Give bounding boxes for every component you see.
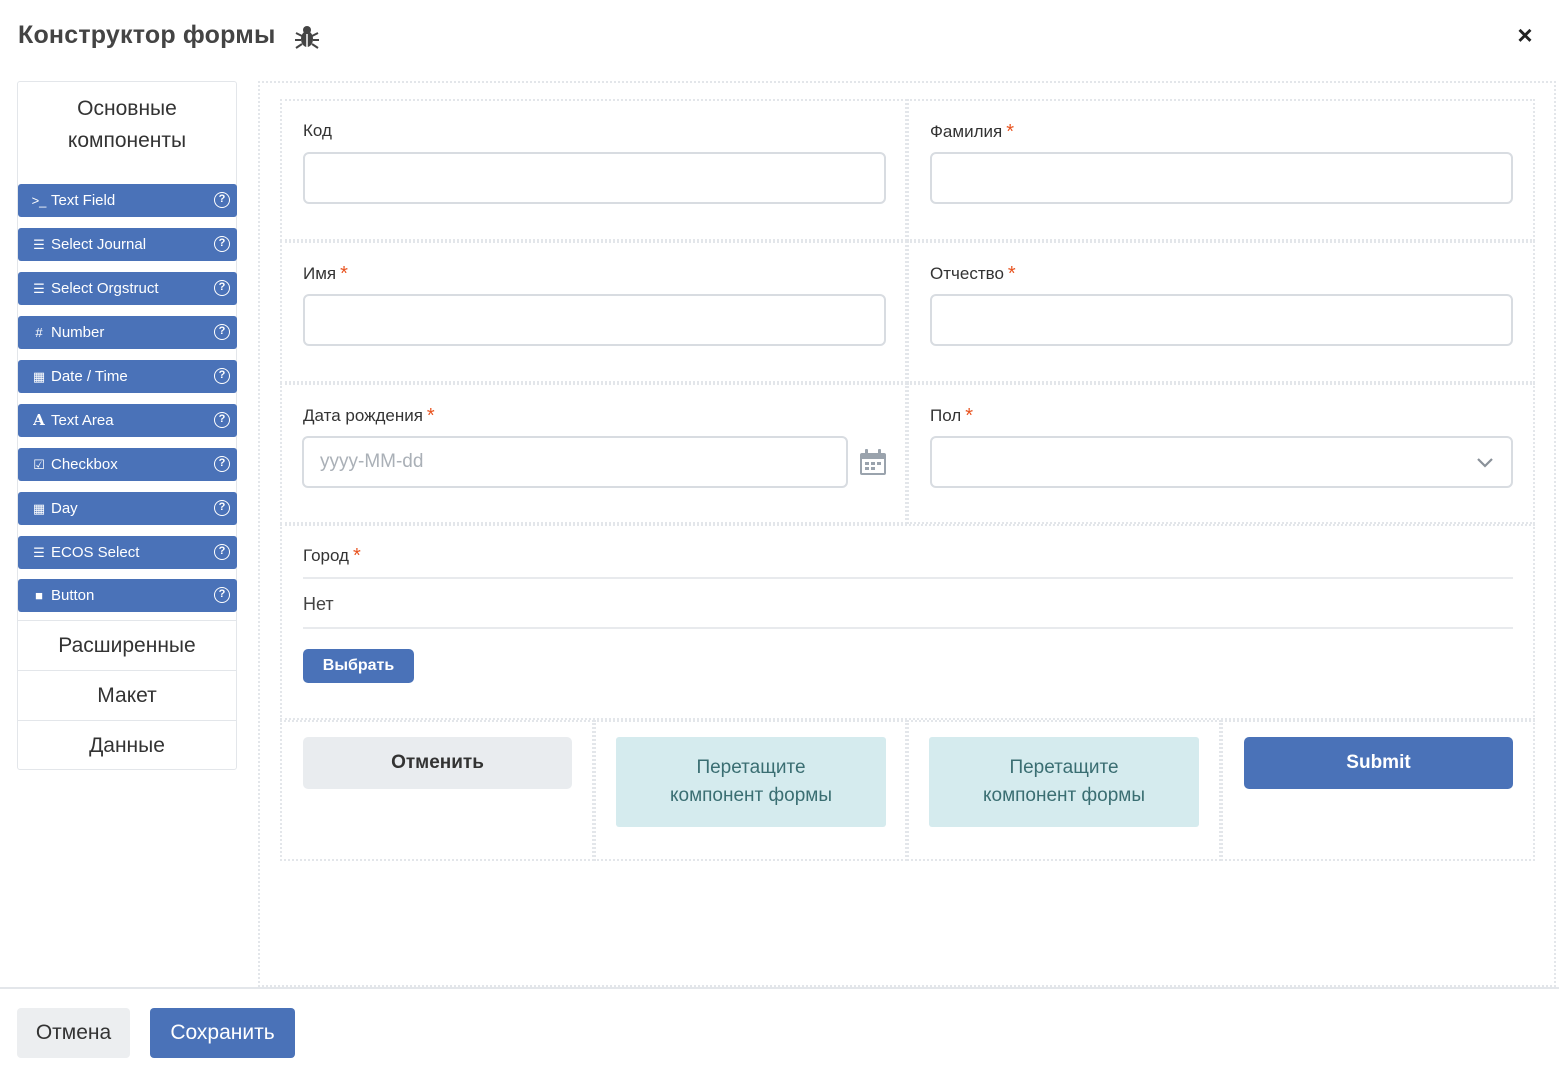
pol-select[interactable]	[930, 436, 1513, 488]
component-day[interactable]: ▦ Day ?	[18, 492, 237, 525]
imya-input[interactable]	[303, 294, 886, 346]
city-value: Нет	[303, 594, 334, 614]
dropzone-text: компонент формы	[669, 785, 833, 806]
dropzone-text: Перетащите	[1009, 757, 1119, 778]
required-mark: *	[352, 545, 361, 567]
help-icon[interactable]: ?	[214, 587, 230, 603]
component-label: Number	[51, 324, 105, 341]
field-label-dob: Дата рождения *	[303, 405, 435, 427]
font-icon: A	[33, 411, 45, 429]
component-sidebar: Основные компоненты >_ Text Field ? ☰ Sele…	[17, 81, 237, 770]
help-icon[interactable]: ?	[214, 236, 230, 252]
close-icon[interactable]: ×	[1512, 22, 1538, 48]
component-label: Text Area	[51, 412, 114, 429]
component-label: Text Field	[51, 192, 116, 209]
column-kod: Код	[280, 99, 907, 241]
dob-input[interactable]: yyyy-MM-dd	[302, 436, 848, 488]
help-icon[interactable]: ?	[214, 280, 230, 296]
required-mark: *	[1007, 263, 1016, 285]
field-label-otchestvo: Отчество *	[930, 263, 1016, 285]
group-advanced[interactable]: Расширенные	[18, 620, 236, 670]
footer-save-button[interactable]: Сохранить	[150, 1008, 295, 1058]
familiya-input[interactable]	[930, 152, 1513, 204]
city-select-button[interactable]: Выбрать	[303, 649, 414, 683]
component-date-time[interactable]: ▦ Date / Time ?	[18, 360, 237, 393]
divider	[303, 627, 1513, 629]
component-select-orgstruct[interactable]: ☰ Select Orgstruct ?	[18, 272, 237, 305]
calendar-icon: ▦	[32, 501, 46, 516]
column-familiya: Фамилия *	[907, 99, 1535, 241]
dob-placeholder: yyyy-MM-dd	[320, 451, 424, 472]
column-otchestvo: Отчество *	[907, 241, 1535, 383]
component-label: Button	[51, 587, 95, 604]
kod-input[interactable]	[303, 152, 886, 204]
component-checkbox[interactable]: ☑ Checkbox ?	[18, 448, 237, 481]
column-submit: Submit	[1221, 720, 1535, 861]
column-pol: Пол *	[907, 383, 1535, 524]
component-text-field[interactable]: >_ Text Field ?	[18, 184, 237, 217]
field-label-kod: Код	[303, 121, 332, 140]
component-button[interactable]: ■ Button ?	[18, 579, 237, 612]
bug-icon[interactable]	[294, 24, 320, 50]
dropzone[interactable]: Перетащите компонент формы	[616, 737, 886, 827]
component-number[interactable]: # Number ?	[18, 316, 237, 349]
check-square-icon: ☑	[33, 457, 45, 472]
group-data[interactable]: Данные	[18, 720, 236, 770]
footer-cancel-button[interactable]: Отмена	[17, 1008, 130, 1058]
required-mark: *	[340, 263, 348, 285]
field-label-city: Город *	[303, 545, 361, 567]
hash-icon: #	[35, 325, 43, 340]
calendar-icon[interactable]	[859, 448, 887, 476]
field-label-familiya: Фамилия *	[930, 121, 1014, 143]
modal-header: Конструктор формы ×	[0, 0, 1559, 72]
column-dropzone-2: Перетащите компонент формы	[907, 720, 1221, 861]
component-ecos-select[interactable]: ☰ ECOS Select ?	[18, 536, 237, 569]
help-icon[interactable]: ?	[214, 368, 230, 384]
help-icon[interactable]: ?	[214, 544, 230, 560]
component-text-area[interactable]: A Text Area ?	[18, 404, 237, 437]
component-label: ECOS Select	[51, 544, 140, 561]
column-dob: Дата рождения * yyyy-MM-dd	[280, 383, 907, 524]
calendar-plus-icon: ▦	[32, 369, 46, 384]
help-icon[interactable]: ?	[214, 192, 230, 208]
help-icon[interactable]: ?	[214, 324, 230, 340]
sidebar-heading[interactable]: Основные компоненты	[18, 82, 236, 178]
list-icon: ☰	[33, 545, 45, 560]
field-label-imya: Имя *	[303, 263, 348, 285]
column-dropzone-1: Перетащите компонент формы	[594, 720, 907, 861]
city-section: Город * Нет Выбрать	[280, 524, 1535, 720]
component-select-journal[interactable]: ☰ Select Journal ?	[18, 228, 237, 261]
component-label: Select Journal	[51, 236, 147, 253]
otchestvo-input[interactable]	[930, 294, 1513, 346]
column-cancel: Отменить	[280, 720, 594, 861]
field-label-pol: Пол *	[930, 405, 974, 427]
component-label: Checkbox	[51, 456, 118, 473]
group-layout[interactable]: Макет	[18, 670, 236, 720]
footer-divider	[0, 987, 1559, 989]
component-label: Date / Time	[51, 368, 128, 385]
dropzone[interactable]: Перетащите компонент формы	[929, 737, 1199, 827]
form-cancel-button[interactable]: Отменить	[303, 737, 572, 789]
form-canvas[interactable]: Код Фамилия * Имя * Отчество * Дата рождени…	[258, 81, 1556, 987]
required-mark: *	[1006, 121, 1014, 143]
modal-title: Конструктор формы	[18, 21, 276, 49]
component-label: Select Orgstruct	[51, 280, 159, 297]
terminal-icon: >_	[31, 193, 47, 208]
stop-icon: ■	[35, 588, 43, 603]
dropzone-text: Перетащите	[696, 757, 806, 778]
component-label: Day	[51, 500, 78, 517]
dropzone-text: компонент формы	[982, 785, 1146, 806]
help-icon[interactable]: ?	[214, 412, 230, 428]
submit-button[interactable]: Submit	[1244, 737, 1513, 789]
help-icon[interactable]: ?	[214, 500, 230, 516]
list-icon: ☰	[33, 281, 45, 296]
chevron-down-icon	[1477, 458, 1493, 468]
divider	[303, 577, 1513, 579]
required-mark: *	[426, 405, 435, 427]
list-icon: ☰	[33, 237, 45, 252]
column-imya: Имя *	[280, 241, 907, 383]
required-mark: *	[965, 405, 974, 427]
help-icon[interactable]: ?	[214, 456, 230, 472]
